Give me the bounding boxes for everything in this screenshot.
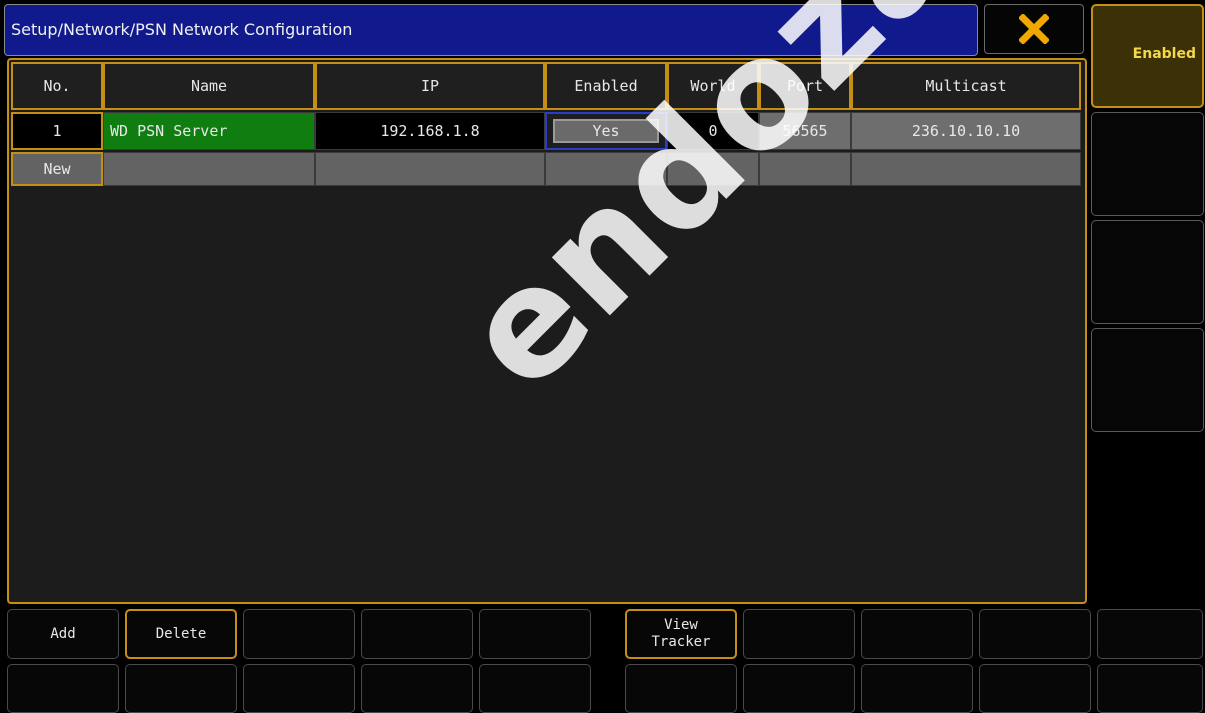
cell-world[interactable]: 0	[667, 112, 759, 150]
col-world[interactable]: World	[667, 62, 759, 110]
col-multicast[interactable]: Multicast	[851, 62, 1081, 110]
col-no[interactable]: No.	[11, 62, 103, 110]
new-row[interactable]: New	[11, 152, 1081, 186]
fkey-row2-8[interactable]	[861, 664, 973, 713]
side-button-3[interactable]	[1091, 220, 1204, 324]
fkey-row2-10[interactable]	[1097, 664, 1203, 713]
fkey-9[interactable]	[979, 609, 1091, 659]
side-button-4[interactable]	[1091, 328, 1204, 432]
fkey-8[interactable]	[861, 609, 973, 659]
fkey-row2-6[interactable]	[625, 664, 737, 713]
fkey-row2-4[interactable]	[361, 664, 473, 713]
title-bar: Setup/Network/PSN Network Configuration	[4, 4, 978, 56]
psn-config-window: No. Name IP Enabled World Port Multicast…	[7, 58, 1087, 604]
add-button[interactable]: Add	[7, 609, 119, 659]
table-header: No. Name IP Enabled World Port Multicast	[11, 62, 1081, 110]
col-name[interactable]: Name	[103, 62, 315, 110]
window-title: Setup/Network/PSN Network Configuration	[11, 20, 353, 39]
fkey-row2-7[interactable]	[743, 664, 855, 713]
fkey-row2-1[interactable]	[7, 664, 119, 713]
fkey-row2-3[interactable]	[243, 664, 355, 713]
view-tracker-button[interactable]: View Tracker	[625, 609, 737, 659]
enabled-button-label: Enabled	[1132, 46, 1196, 62]
col-port[interactable]: Port	[759, 62, 851, 110]
new-cell-port[interactable]	[759, 152, 851, 186]
fkey-7[interactable]	[743, 609, 855, 659]
enabled-button[interactable]: Enabled	[1091, 4, 1204, 108]
cell-name[interactable]: WD PSN Server	[103, 112, 315, 150]
col-enabled[interactable]: Enabled	[545, 62, 667, 110]
cell-enabled[interactable]: Yes	[545, 112, 667, 150]
fkey-row2-5[interactable]	[479, 664, 591, 713]
fkey-row2-9[interactable]	[979, 664, 1091, 713]
new-cell-world[interactable]	[667, 152, 759, 186]
close-icon	[1019, 14, 1049, 44]
close-button[interactable]	[984, 4, 1084, 54]
fkey-row2-2[interactable]	[125, 664, 237, 713]
side-button-2[interactable]	[1091, 112, 1204, 216]
new-cell-name[interactable]	[103, 152, 315, 186]
table-row[interactable]: 1 WD PSN Server 192.168.1.8 Yes 0 56565 …	[11, 112, 1081, 150]
cell-ip[interactable]: 192.168.1.8	[315, 112, 545, 150]
col-ip[interactable]: IP	[315, 62, 545, 110]
new-cell-enabled[interactable]	[545, 152, 667, 186]
cell-no[interactable]: 1	[11, 112, 103, 150]
cell-multicast[interactable]: 236.10.10.10	[851, 112, 1081, 150]
fkey-4[interactable]	[361, 609, 473, 659]
cell-port[interactable]: 56565	[759, 112, 851, 150]
fkey-5[interactable]	[479, 609, 591, 659]
new-cell-multicast[interactable]	[851, 152, 1081, 186]
delete-button[interactable]: Delete	[125, 609, 237, 659]
new-cell-ip[interactable]	[315, 152, 545, 186]
new-row-label[interactable]: New	[11, 152, 103, 186]
enabled-toggle[interactable]: Yes	[553, 119, 659, 143]
fkey-10[interactable]	[1097, 609, 1203, 659]
fkey-3[interactable]	[243, 609, 355, 659]
